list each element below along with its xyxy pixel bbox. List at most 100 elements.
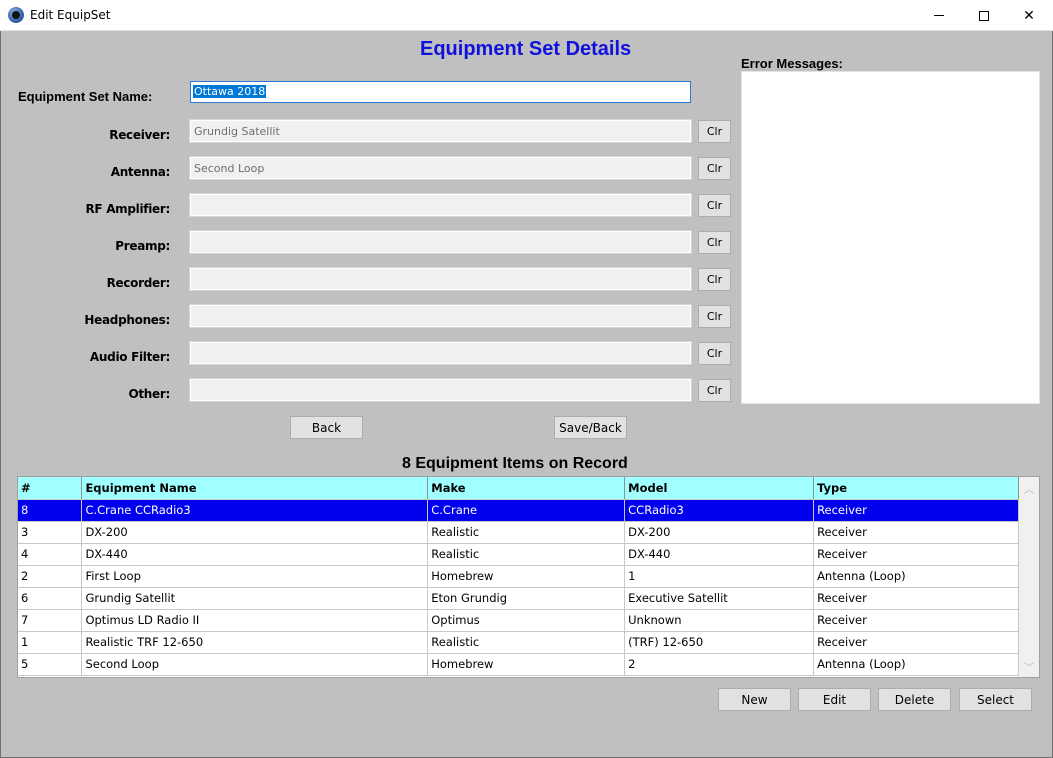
clear-receiver-button[interactable]: Clr	[698, 120, 731, 143]
table-cell: Homebrew	[427, 565, 626, 588]
table-cell: Eton Grundig	[427, 587, 626, 610]
table-cell: 2	[18, 565, 83, 588]
table-cell: 6	[18, 587, 83, 610]
receiver-field[interactable]: Grundig Satellit	[189, 119, 692, 143]
table-cell: CCRadio3	[624, 499, 815, 522]
paw-icon	[8, 7, 24, 23]
table-cell: Optimus LD Radio II	[81, 609, 429, 632]
table-cell: Receiver	[813, 543, 1019, 566]
table-row[interactable]: 4 DX-440 Realistic DX-440 Receiver	[18, 543, 1019, 566]
table-cell: DX-200	[81, 521, 429, 544]
table-cell: 8	[18, 499, 83, 522]
table-cell: Homebrew	[427, 653, 626, 676]
clear-headphones-button[interactable]: Clr	[698, 305, 731, 328]
preamp-label: Preamp:	[115, 239, 170, 253]
table-cell: Realistic	[427, 521, 626, 544]
table-row[interactable]: 7 Optimus LD Radio II Optimus Unknown Receiv…	[18, 609, 1019, 632]
column-header-make[interactable]: Make	[427, 477, 626, 500]
table-cell: Realistic TRF 12-650	[81, 631, 429, 654]
table-cell: Receiver	[813, 631, 1019, 654]
table-cell: Receiver	[813, 609, 1019, 632]
error-messages-box[interactable]	[741, 71, 1040, 404]
window-title: Edit EquipSet	[30, 8, 111, 22]
scroll-down-icon[interactable]: ﹀	[1019, 657, 1039, 675]
receiver-label: Receiver:	[109, 128, 170, 142]
table-cell: 2	[624, 653, 815, 676]
other-field[interactable]	[189, 378, 692, 402]
table-scrollbar[interactable]: ︿ ﹀	[1019, 477, 1039, 677]
antenna-field[interactable]: Second Loop	[189, 156, 692, 180]
close-icon: ✕	[1023, 7, 1035, 23]
back-button[interactable]: Back	[290, 416, 363, 439]
table-cell: Second Loop	[81, 653, 429, 676]
column-header-model[interactable]: Model	[624, 477, 815, 500]
table-row[interactable]: 6 Grundig Satellit Eton Grundig Executive S…	[18, 587, 1019, 610]
new-button[interactable]: New	[718, 688, 791, 711]
audio-filter-field[interactable]	[189, 341, 692, 365]
table-cell: Receiver	[813, 587, 1019, 610]
clear-audio-filter-button[interactable]: Clr	[698, 342, 731, 365]
table-cell: Receiver	[813, 499, 1019, 522]
table-cell: Receiver	[813, 521, 1019, 544]
table-cell: 1	[18, 631, 83, 654]
table-cell: 3	[18, 521, 83, 544]
column-header-equipment-name[interactable]: Equipment Name	[81, 477, 429, 500]
table-cell: Antenna (Loop)	[813, 565, 1019, 588]
headphones-field[interactable]	[189, 304, 692, 328]
table-row[interactable]: 8 C.Crane CCRadio3 C.Crane CCRadio3 Receiver	[18, 499, 1019, 522]
rf-amplifier-field[interactable]	[189, 193, 692, 217]
table-cell: 4	[18, 543, 83, 566]
table-cell: C.Crane CCRadio3	[81, 499, 429, 522]
clear-preamp-button[interactable]: Clr	[698, 231, 731, 254]
rf-amplifier-label: RF Amplifier:	[85, 202, 170, 216]
preamp-field[interactable]	[189, 230, 692, 254]
minimize-button[interactable]	[916, 0, 962, 31]
recorder-label: Recorder:	[106, 276, 171, 290]
maximize-button[interactable]	[961, 0, 1007, 31]
table-cell: 5	[18, 653, 83, 676]
scroll-up-icon[interactable]: ︿	[1019, 479, 1039, 497]
close-button[interactable]: ✕	[1006, 0, 1052, 31]
table-header-row: # Equipment Name Make Model Type	[18, 477, 1019, 500]
table-cell: Realistic	[427, 543, 626, 566]
clear-recorder-button[interactable]: Clr	[698, 268, 731, 291]
table-cell: (TRF) 12-650	[624, 631, 815, 654]
table-cell: 7	[18, 609, 83, 632]
table-cell: Realistic	[427, 631, 626, 654]
table-cell: 1	[624, 565, 815, 588]
column-header-type[interactable]: Type	[813, 477, 1019, 500]
table-cell: DX-200	[624, 521, 815, 544]
table-cell: First Loop	[81, 565, 429, 588]
equipment-set-name-input[interactable]: Ottawa 2018	[190, 81, 691, 103]
clear-antenna-button[interactable]: Clr	[698, 157, 731, 180]
edit-button[interactable]: Edit	[798, 688, 871, 711]
error-messages-label: Error Messages:	[741, 56, 843, 71]
equipment-table: # Equipment Name Make Model Type 8 C.Cran…	[17, 476, 1040, 678]
save-back-button[interactable]: Save/Back	[554, 416, 627, 439]
table-cell: DX-440	[81, 543, 429, 566]
recorder-field[interactable]	[189, 267, 692, 291]
maximize-icon	[979, 10, 989, 21]
table-row[interactable]: 3 DX-200 Realistic DX-200 Receiver	[18, 521, 1019, 544]
table-cell: DX-440	[624, 543, 815, 566]
delete-button[interactable]: Delete	[878, 688, 951, 711]
equipment-set-name-label: Equipment Set Name:	[18, 89, 153, 104]
select-button[interactable]: Select	[959, 688, 1032, 711]
table-row[interactable]: 1 Realistic TRF 12-650 Realistic (TRF) 12-6…	[18, 631, 1019, 654]
other-label: Other:	[128, 387, 170, 401]
clear-rf-amplifier-button[interactable]: Clr	[698, 194, 731, 217]
clear-other-button[interactable]: Clr	[698, 379, 731, 402]
table-cell: Executive Satellit	[624, 587, 815, 610]
page-title: Equipment Set Details	[420, 38, 632, 60]
column-header-number[interactable]: #	[18, 477, 83, 500]
title-bar: Edit EquipSet ✕	[0, 0, 1053, 31]
table-cell: Antenna (Loop)	[813, 653, 1019, 676]
table-row[interactable]: 5 Second Loop Homebrew 2 Antenna (Loop)	[18, 653, 1019, 676]
audio-filter-label: Audio Filter:	[89, 350, 170, 364]
table-cell: C.Crane	[427, 499, 626, 522]
table-cell: Grundig Satellit	[81, 587, 429, 610]
table-row[interactable]: 2 First Loop Homebrew 1 Antenna (Loop)	[18, 565, 1019, 588]
headphones-label: Headphones:	[84, 313, 170, 327]
equipment-set-name-value: Ottawa 2018	[193, 85, 267, 98]
records-count-title: 8 Equipment Items on Record	[402, 455, 628, 472]
